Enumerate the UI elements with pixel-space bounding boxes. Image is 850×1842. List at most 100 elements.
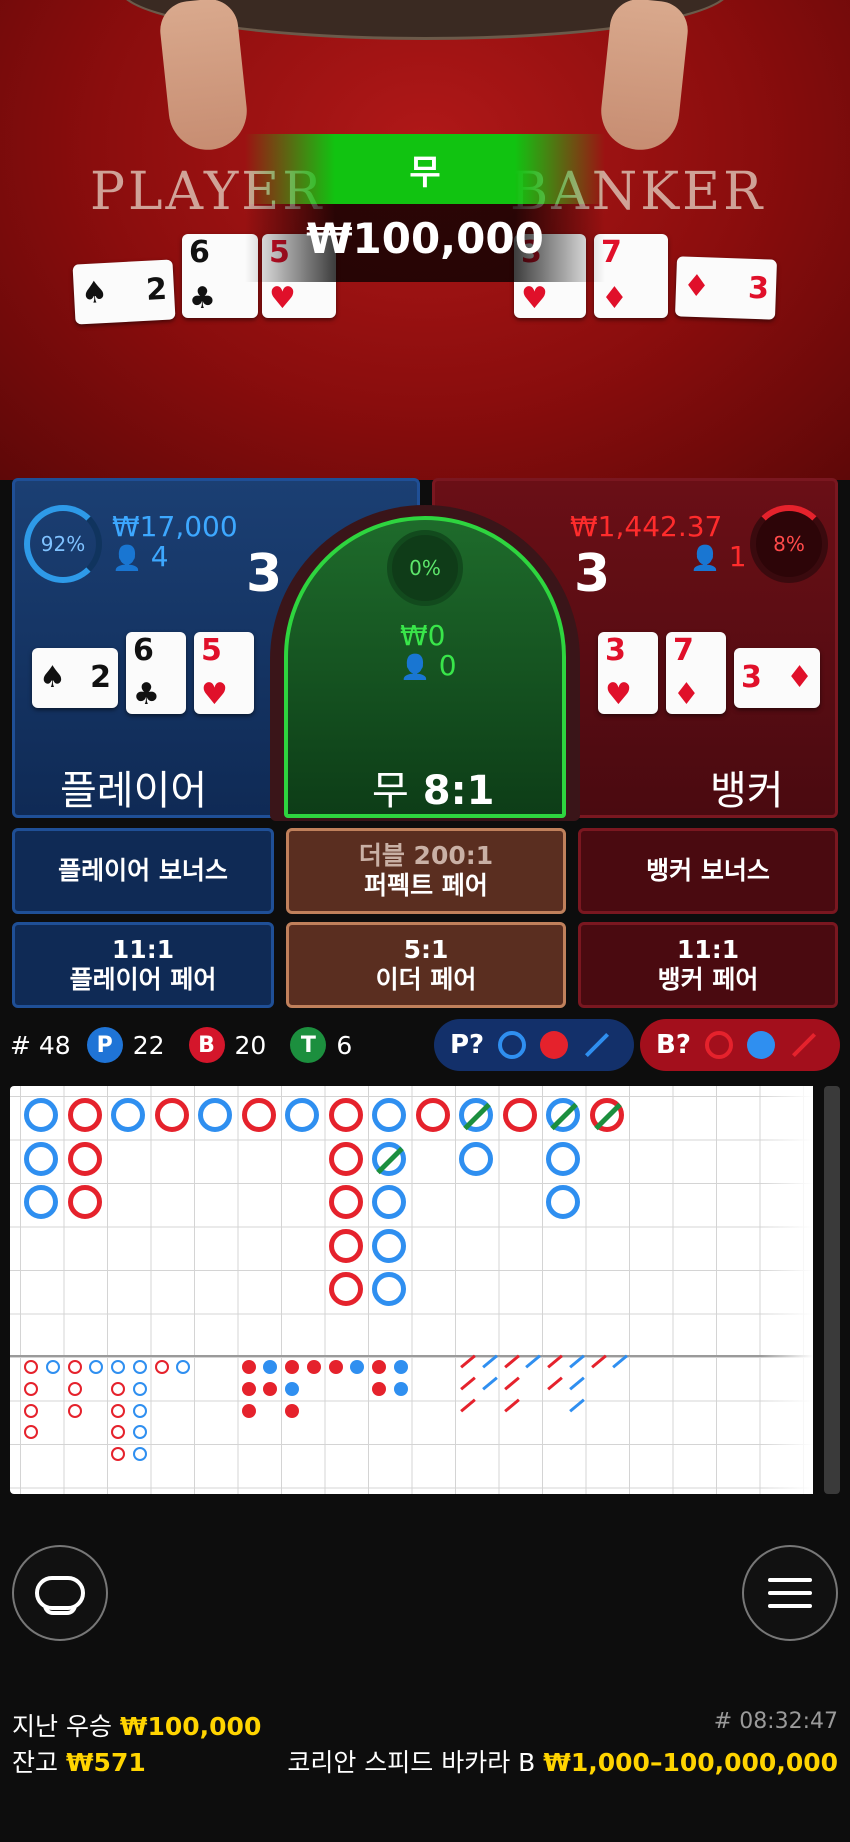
banker-bet-percent-ring: 8% (750, 505, 828, 583)
player-card-1: ♠ 2 (32, 648, 118, 708)
derived-road-mark (111, 1360, 125, 1374)
felt-player-card-1: ♠ 2 (72, 259, 176, 325)
last-win-amount: ₩100,000 (119, 1712, 262, 1741)
last-win: 지난 우승 ₩100,000 (12, 1707, 261, 1743)
bigroad-bead (328, 1185, 363, 1219)
player-predict-label: P? (450, 1030, 485, 1060)
derived-road-mark (111, 1403, 125, 1418)
player-pair-button[interactable]: 11:1 플레이어 페어 (12, 922, 274, 1008)
tie-label: 무 8:1 (372, 758, 494, 816)
banker-predict-button[interactable]: B? (640, 1019, 840, 1071)
bigroad-bead (459, 1141, 493, 1176)
perfect-pair-button[interactable]: 더블 200:1 퍼펙트 페어 (286, 828, 566, 914)
bigroad-bead (328, 1272, 363, 1306)
perfect-pair-odds: 더블 200:1 (358, 841, 494, 870)
round-number: # 48 (10, 1030, 71, 1060)
derived-road-mark (67, 1360, 82, 1374)
chat-button[interactable] (12, 1545, 108, 1641)
either-pair-label: 이더 페어 (375, 965, 477, 994)
tie-total-amount: ₩0 (400, 619, 446, 652)
derived-road-mark (67, 1381, 82, 1396)
tie-label-text: 무 (372, 768, 409, 814)
derived-road-mark (45, 1360, 60, 1374)
derived-road-mark (111, 1447, 125, 1461)
menu-icon (768, 1578, 812, 1608)
bigroad-bead (328, 1141, 363, 1176)
derived-road-mark (132, 1403, 147, 1418)
roadmap-divider (10, 1355, 813, 1357)
dealer-right-hand (597, 0, 691, 154)
player-bonus-label: 플레이어 보너스 (58, 856, 228, 885)
bigroad-bead (241, 1098, 276, 1132)
banker-bettor-count: 1 (728, 540, 747, 573)
either-pair-odds: 5:1 (403, 935, 449, 964)
bigroad-bead (24, 1141, 58, 1176)
banker-pair-label: 뱅커 페어 (657, 965, 759, 994)
banker-percent: 8% (773, 532, 805, 556)
player-stake: ₩17,000 👤 4 (112, 512, 238, 573)
roadmap[interactable] (10, 1086, 813, 1494)
derived-road-mark (241, 1360, 256, 1374)
banker-bonus-button[interactable]: 뱅커 보너스 (578, 828, 838, 914)
derived-road-mark (67, 1403, 82, 1418)
tie-wins-badge: T (290, 1027, 327, 1063)
derived-road-mark (24, 1360, 38, 1374)
person-icon: 👤 (400, 653, 430, 681)
bigroad-bead (502, 1098, 537, 1132)
player-label: 플레이어 (60, 768, 208, 814)
tie-odds: 8:1 (422, 768, 495, 814)
banker-pair-button[interactable]: 11:1 뱅커 페어 (578, 922, 838, 1008)
derived-road-mark (24, 1403, 38, 1418)
bigroad-bead (67, 1098, 102, 1132)
derived-road-mark (263, 1381, 278, 1396)
banker-wins-count: 20 (234, 1030, 267, 1060)
derived-road-mark (132, 1447, 147, 1461)
derived-road-mark (285, 1360, 299, 1374)
player-card-2: 6 ♣ (126, 632, 186, 714)
banker-label: 뱅커 (710, 768, 784, 814)
predict-cockroach-icon (791, 1032, 816, 1058)
bigroad-bead (459, 1098, 493, 1132)
player-bonus-button[interactable]: 플레이어 보너스 (12, 828, 274, 914)
banker-card-1: 3 ♥ (598, 632, 658, 714)
round-stats: # 48 P 22 B 20 T 6 (10, 1022, 352, 1068)
banker-predict-label: B? (656, 1030, 691, 1060)
person-icon: 👤 (690, 544, 720, 572)
derived-road-mark (24, 1381, 38, 1396)
predict-bigeye-icon (704, 1031, 733, 1059)
bigroad-bead (546, 1141, 580, 1176)
player-pair-label: 플레이어 페어 (69, 965, 217, 994)
player-score: 3 (246, 544, 283, 604)
bigroad-bead (198, 1098, 232, 1132)
banker-bonus-label: 뱅커 보너스 (646, 856, 770, 885)
tie-wins-count: 6 (336, 1030, 353, 1060)
bigroad-bead (415, 1098, 450, 1132)
derived-road-mark (393, 1360, 408, 1374)
either-pair-button[interactable]: 5:1 이더 페어 (286, 922, 566, 1008)
roadmap-scrollbar[interactable] (824, 1086, 840, 1494)
tie-bet-percent-ring: 0% (387, 530, 463, 606)
menu-button[interactable] (742, 1545, 838, 1641)
person-icon: 👤 (112, 544, 142, 572)
derived-road-mark (393, 1381, 408, 1396)
player-predict-button[interactable]: P? (434, 1019, 634, 1071)
banker-card-2: 7 ♦ (666, 632, 726, 714)
player-card-3: 5 ♥ (194, 632, 254, 714)
bigroad-bead (546, 1185, 580, 1219)
perfect-pair-label: 퍼펙트 페어 (364, 871, 488, 900)
bigroad-bead (589, 1098, 624, 1132)
felt-banker-card-2: 7 ♦ (594, 234, 668, 318)
tie-stake: ₩0 👤 0 (400, 621, 457, 682)
tie-percent: 0% (409, 556, 441, 580)
player-wins-count: 22 (132, 1030, 165, 1060)
bigroad-bead (372, 1185, 406, 1219)
tie-bettor-count: 0 (438, 649, 457, 682)
round-time: # 08:32:47 (713, 1709, 838, 1734)
balance-label: 잔고 (12, 1748, 59, 1777)
chat-icon (35, 1576, 85, 1615)
derived-road-mark (328, 1360, 343, 1374)
player-percent: 92% (40, 532, 86, 556)
derived-road-mark (132, 1381, 147, 1396)
result-banner: 무 (245, 134, 605, 204)
live-video: PLAYER BANKER ♠2 6♣ 5♥ 3♥ 7♦ ♦3 무 ₩100,0… (0, 0, 850, 480)
